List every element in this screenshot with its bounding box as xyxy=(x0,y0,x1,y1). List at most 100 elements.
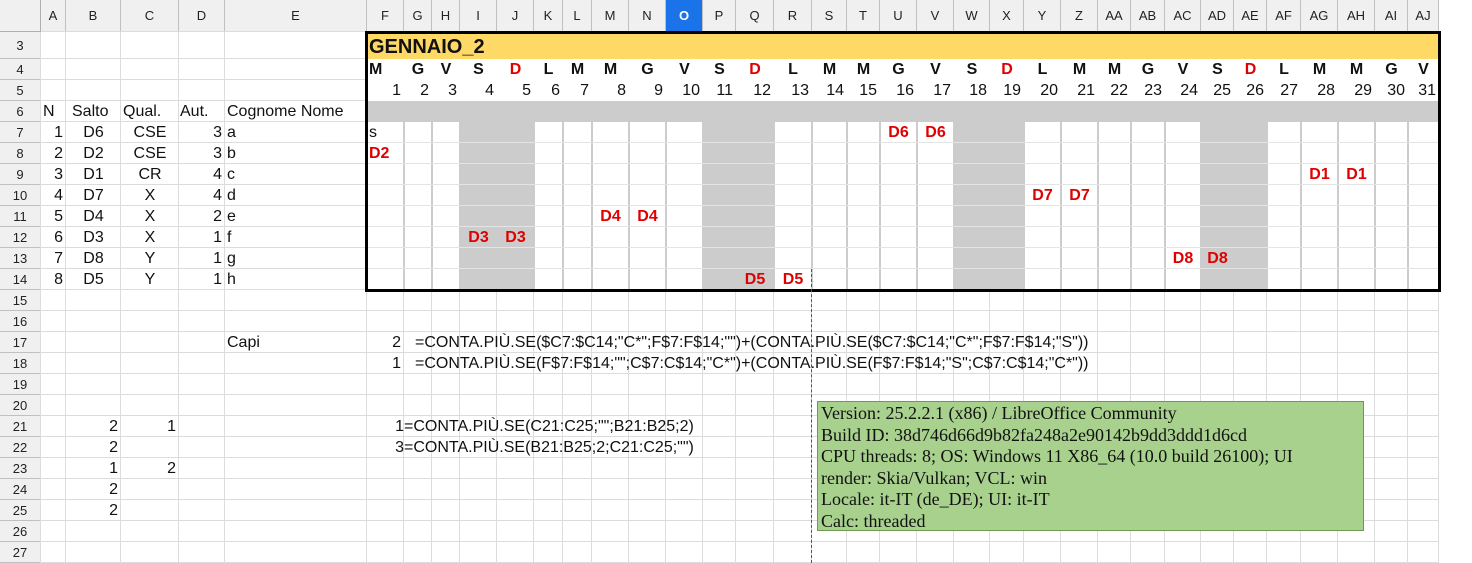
column-header-y[interactable]: Y xyxy=(1024,0,1061,32)
day-number[interactable]: 15 xyxy=(847,80,880,101)
row-header-10[interactable]: 10 xyxy=(0,185,41,206)
row-header-11[interactable]: 11 xyxy=(0,206,41,227)
day-number[interactable]: 26 xyxy=(1234,80,1267,101)
column-header-u[interactable]: U xyxy=(880,0,917,32)
column-header-ab[interactable]: AB xyxy=(1131,0,1165,32)
column-header-w[interactable]: W xyxy=(954,0,990,32)
row-aut[interactable]: 4 xyxy=(179,164,225,185)
capi-formula-1[interactable]: =CONTA.PIÙ.SE($C7:$C14;"C*";F$7:F$14;"")… xyxy=(413,332,1089,353)
weekday-label[interactable]: S xyxy=(703,59,736,80)
day-number[interactable]: 31 xyxy=(1408,80,1439,101)
row-name[interactable]: b xyxy=(225,143,367,164)
assignment-cell[interactable]: D2 xyxy=(367,143,404,164)
row-header-12[interactable]: 12 xyxy=(0,227,41,248)
weekday-label[interactable]: M xyxy=(847,59,880,80)
column-header-aj[interactable]: AJ xyxy=(1408,0,1439,32)
row-header-3[interactable]: 3 xyxy=(0,32,41,59)
column-header-ac[interactable]: AC xyxy=(1165,0,1201,32)
column-header-d[interactable]: D xyxy=(179,0,225,32)
row-salto[interactable]: D8 xyxy=(66,248,121,269)
column-header-aa[interactable]: AA xyxy=(1098,0,1131,32)
column-header-s[interactable]: S xyxy=(812,0,847,32)
column-header-e[interactable]: E xyxy=(225,0,367,32)
column-header-i[interactable]: I xyxy=(460,0,497,32)
assignment-cell[interactable]: D8 xyxy=(1165,248,1201,269)
column-header-q[interactable]: Q xyxy=(736,0,774,32)
weekday-label[interactable]: M xyxy=(592,59,629,80)
row-n[interactable]: 5 xyxy=(41,206,66,227)
header-qual[interactable]: Qual. xyxy=(121,101,179,122)
capi-value-1[interactable]: 2 xyxy=(367,332,404,353)
weekday-label[interactable]: L xyxy=(1024,59,1061,80)
row-header-25[interactable]: 25 xyxy=(0,500,41,521)
assignment-cell[interactable]: D5 xyxy=(774,269,812,290)
weekday-label[interactable]: V xyxy=(1165,59,1201,80)
assignment-cell[interactable]: D7 xyxy=(1024,185,1061,206)
day-number[interactable]: 24 xyxy=(1165,80,1201,101)
row-name[interactable]: e xyxy=(225,206,367,227)
column-header-ai[interactable]: AI xyxy=(1375,0,1408,32)
weekday-label[interactable]: L xyxy=(1267,59,1301,80)
assignment-cell[interactable]: D6 xyxy=(880,122,917,143)
row-qual[interactable]: X xyxy=(121,206,179,227)
calendar-title[interactable]: GENNAIO_2 xyxy=(369,34,485,59)
column-header-x[interactable]: X xyxy=(990,0,1024,32)
row-salto[interactable]: D6 xyxy=(66,122,121,143)
column-header-ag[interactable]: AG xyxy=(1301,0,1338,32)
f22-value[interactable]: 3 xyxy=(367,437,404,458)
column-header-j[interactable]: J xyxy=(497,0,534,32)
row-name[interactable]: f xyxy=(225,227,367,248)
day-number[interactable]: 13 xyxy=(774,80,812,101)
row-header-4[interactable]: 4 xyxy=(0,59,41,80)
row-aut[interactable]: 3 xyxy=(179,143,225,164)
assignment-cell[interactable]: D4 xyxy=(629,206,666,227)
column-header-b[interactable]: B xyxy=(66,0,121,32)
day-number[interactable]: 16 xyxy=(880,80,917,101)
day-number[interactable]: 18 xyxy=(954,80,990,101)
row-header-16[interactable]: 16 xyxy=(0,311,41,332)
column-header-k[interactable]: K xyxy=(534,0,563,32)
row-qual[interactable]: Y xyxy=(121,248,179,269)
weekday-label[interactable]: S xyxy=(460,59,497,80)
g21-formula[interactable]: =CONTA.PIÙ.SE(C21:C25;"";B21:B25;2) xyxy=(404,416,694,437)
row-header-15[interactable]: 15 xyxy=(0,290,41,311)
day-number[interactable]: 12 xyxy=(736,80,774,101)
row-salto[interactable]: D7 xyxy=(66,185,121,206)
day-number[interactable]: 5 xyxy=(497,80,534,101)
weekday-label[interactable]: M xyxy=(1098,59,1131,80)
day-number[interactable]: 2 xyxy=(404,80,432,101)
weekday-label[interactable]: G xyxy=(629,59,666,80)
day-number[interactable]: 23 xyxy=(1131,80,1165,101)
row-name[interactable]: d xyxy=(225,185,367,206)
assignment-cell[interactable]: D8 xyxy=(1201,248,1234,269)
row-n[interactable]: 4 xyxy=(41,185,66,206)
column-header-ad[interactable]: AD xyxy=(1201,0,1234,32)
row-header-18[interactable]: 18 xyxy=(0,353,41,374)
assignment-cell[interactable]: D1 xyxy=(1301,164,1338,185)
capi-label[interactable]: Capi xyxy=(225,332,367,353)
header-n[interactable]: N xyxy=(41,101,71,122)
weekday-label[interactable]: D xyxy=(736,59,774,80)
b-value[interactable]: 2 xyxy=(66,479,121,500)
column-header-g[interactable]: G xyxy=(404,0,432,32)
assignment-cell[interactable]: D3 xyxy=(460,227,497,248)
weekday-label[interactable]: D xyxy=(497,59,534,80)
column-header-h[interactable]: H xyxy=(432,0,460,32)
b-value[interactable]: 1 xyxy=(66,458,121,479)
weekday-label[interactable]: M xyxy=(1338,59,1375,80)
row-header-24[interactable]: 24 xyxy=(0,479,41,500)
row-aut[interactable]: 4 xyxy=(179,185,225,206)
row-header-22[interactable]: 22 xyxy=(0,437,41,458)
row-qual[interactable]: CR xyxy=(121,164,179,185)
day-number[interactable]: 4 xyxy=(460,80,497,101)
row-header-17[interactable]: 17 xyxy=(0,332,41,353)
column-header-r[interactable]: R xyxy=(774,0,812,32)
header-aut[interactable]: Aut. xyxy=(178,101,224,122)
column-header-p[interactable]: P xyxy=(703,0,736,32)
b-value[interactable]: 2 xyxy=(66,416,121,437)
row-n[interactable]: 7 xyxy=(41,248,66,269)
row-salto[interactable]: D5 xyxy=(66,269,121,290)
select-all-corner[interactable] xyxy=(0,0,41,32)
row-name[interactable]: c xyxy=(225,164,367,185)
day-number[interactable]: 22 xyxy=(1098,80,1131,101)
